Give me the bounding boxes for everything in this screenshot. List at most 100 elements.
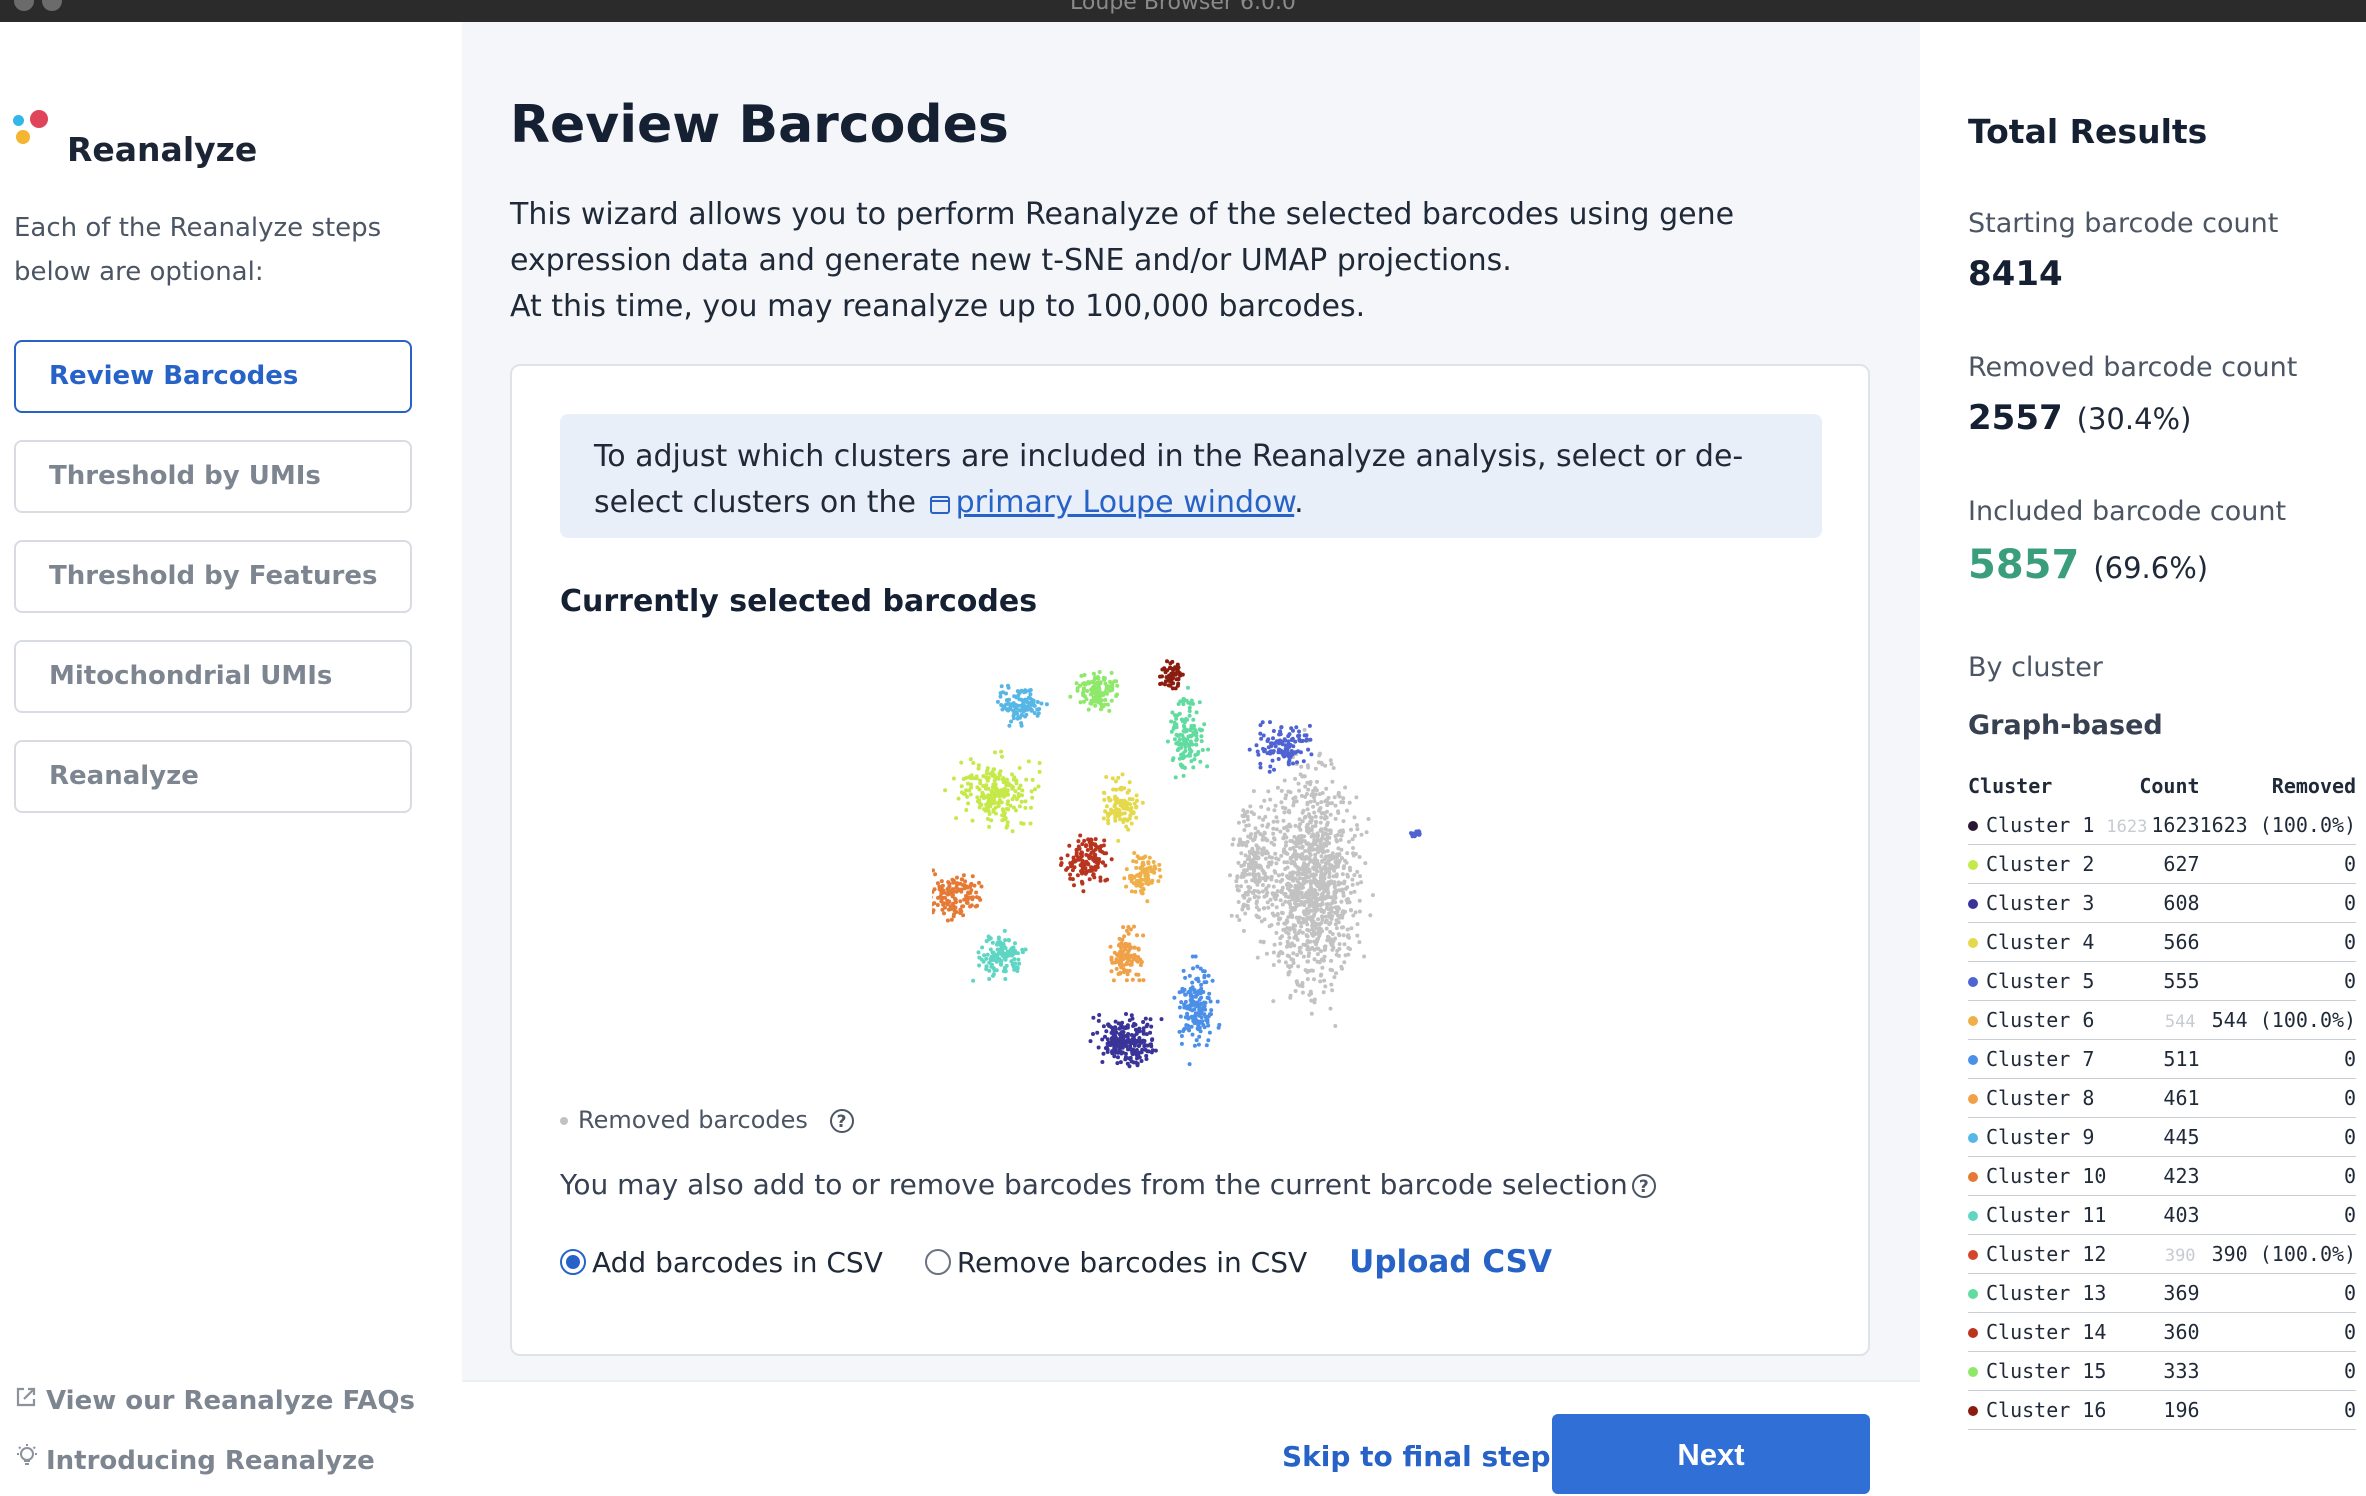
barcode-point (1334, 834, 1338, 838)
barcode-point (1169, 720, 1173, 724)
barcode-point (932, 901, 936, 905)
barcode-point (1134, 816, 1138, 820)
barcode-point (1307, 951, 1311, 955)
clustering-name: Graph-based (1968, 710, 2163, 741)
step-threshold-umis[interactable]: Threshold by UMIs (14, 440, 412, 513)
barcode-point (1335, 853, 1339, 857)
barcode-point (1002, 780, 1006, 784)
barcode-point (1295, 760, 1299, 764)
barcode-point (1013, 951, 1017, 955)
barcode-point (1022, 704, 1026, 708)
barcode-point (1020, 793, 1024, 797)
barcode-point (1280, 789, 1284, 793)
introducing-link-label: Introducing Reanalyze (46, 1446, 375, 1476)
cluster-color-dot (1968, 1328, 1978, 1338)
barcode-point (1340, 916, 1344, 920)
barcode-point (1174, 717, 1178, 721)
barcode-point (946, 919, 950, 923)
barcode-point (1307, 901, 1311, 905)
barcode-point (992, 808, 996, 812)
barcode-point (1091, 1032, 1095, 1036)
step-review-barcodes[interactable]: Review Barcodes (14, 340, 412, 413)
barcode-point (1285, 945, 1289, 949)
barcode-point (1027, 689, 1031, 693)
help-icon[interactable]: ? (830, 1109, 854, 1133)
cluster-count-cell: 196 (2106, 1391, 2199, 1430)
table-header-row: Cluster Count Removed (1968, 774, 2356, 806)
barcode-point (1075, 681, 1079, 685)
barcode-point (1303, 728, 1307, 732)
barcode-point (1150, 1037, 1154, 1041)
cluster-removed: 0 (2200, 962, 2357, 1001)
cluster-count-cell: 445 (2106, 1118, 2199, 1157)
barcode-point (1290, 895, 1294, 899)
barcode-point (1239, 851, 1243, 855)
barcode-point (1020, 800, 1024, 804)
barcode-point (1100, 1060, 1104, 1064)
table-row: Cluster 6544544 (100.0%) (1968, 1001, 2356, 1040)
barcode-point (948, 882, 952, 886)
next-button[interactable]: Next (1552, 1414, 1870, 1494)
barcode-point (1149, 1025, 1153, 1029)
barcode-point (1319, 974, 1323, 978)
barcode-point (1306, 939, 1310, 943)
cluster-blob (1172, 955, 1221, 1067)
barcode-point (1239, 840, 1243, 844)
upload-csv-button[interactable]: Upload CSV (1349, 1244, 1552, 1280)
barcode-point (1197, 1035, 1201, 1039)
barcode-point (1118, 963, 1122, 967)
barcode-point (1009, 959, 1013, 963)
barcode-point (980, 958, 984, 962)
barcode-point (1319, 854, 1323, 858)
barcode-point (1329, 1007, 1333, 1011)
barcode-point (1310, 924, 1314, 928)
barcode-point (1095, 1031, 1099, 1035)
barcode-point (1259, 766, 1263, 770)
barcode-point (1109, 945, 1113, 949)
barcode-point (1262, 940, 1266, 944)
skip-to-final-step-link[interactable]: Skip to final step (1282, 1440, 1551, 1473)
primary-loupe-window-link[interactable]: primary Loupe window (956, 485, 1295, 520)
barcode-point (1316, 834, 1320, 838)
help-icon[interactable]: ? (1632, 1174, 1656, 1198)
barcode-point (1014, 779, 1018, 783)
radio-add-barcodes[interactable]: Add barcodes in CSV (560, 1246, 883, 1279)
radio-remove-barcodes[interactable]: Remove barcodes in CSV (925, 1246, 1307, 1279)
introducing-link[interactable]: Introducing Reanalyze (14, 1443, 375, 1476)
barcode-point (1130, 1013, 1134, 1017)
barcode-point (1277, 959, 1281, 963)
barcode-point (1178, 737, 1182, 741)
barcode-point (1260, 849, 1264, 853)
barcode-point (1325, 823, 1329, 827)
barcode-point (1276, 820, 1280, 824)
cluster-blob (1089, 1012, 1164, 1068)
barcode-point (1274, 861, 1278, 865)
barcode-point (1236, 861, 1240, 865)
barcode-point (1320, 915, 1324, 919)
barcode-point (1312, 834, 1316, 838)
step-reanalyze[interactable]: Reanalyze (14, 740, 412, 813)
barcode-point (1110, 683, 1114, 687)
step-mitochondrial-umis[interactable]: Mitochondrial UMIs (14, 640, 412, 713)
radio-button-remove[interactable] (925, 1249, 951, 1275)
barcode-point (1181, 1029, 1185, 1033)
step-threshold-features[interactable]: Threshold by Features (14, 540, 412, 613)
radio-button-add[interactable] (560, 1249, 586, 1275)
cluster-name: Cluster 11 (1986, 1203, 2106, 1227)
barcode-point (1059, 857, 1063, 861)
faq-link[interactable]: View our Reanalyze FAQs (14, 1385, 415, 1416)
barcode-point (1351, 883, 1355, 887)
barcode-point (1180, 742, 1184, 746)
barcode-point (990, 789, 994, 793)
barcode-point (1131, 859, 1135, 863)
barcode-point (1103, 879, 1107, 883)
barcode-point (985, 939, 989, 943)
barcode-point (1281, 903, 1285, 907)
barcode-point (1295, 979, 1299, 983)
barcode-point (1117, 1042, 1121, 1046)
barcode-point (1313, 890, 1317, 894)
barcode-point (996, 700, 1000, 704)
barcode-point (1314, 898, 1318, 902)
barcode-point (1189, 759, 1193, 763)
barcode-point (1413, 834, 1417, 838)
